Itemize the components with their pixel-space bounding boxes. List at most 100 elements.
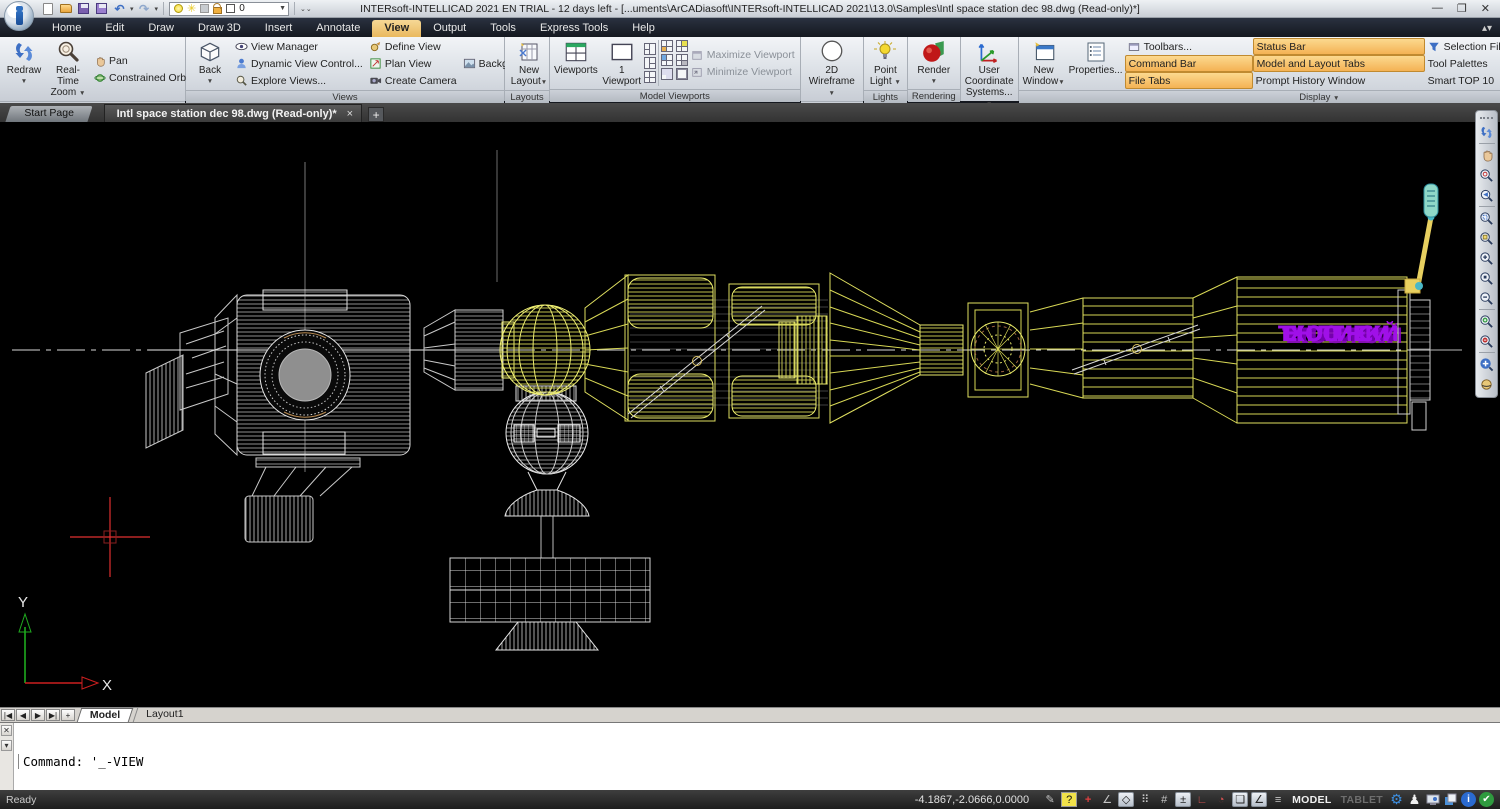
tab-express-tools[interactable]: Express Tools xyxy=(528,20,620,37)
viewport-3r-icon[interactable] xyxy=(644,57,656,69)
minimize-button[interactable]: — xyxy=(1432,2,1443,15)
document-tab[interactable]: Intl space station dec 98.dwg (Read-only… xyxy=(104,104,362,122)
redo-button[interactable]: ↷ xyxy=(137,2,152,16)
file-tabs-toggle[interactable]: File Tabs xyxy=(1125,72,1253,89)
vp-config-1-icon[interactable] xyxy=(661,40,673,52)
tool-palettes-button[interactable]: Tool Palettes xyxy=(1425,55,1500,72)
maximize-button[interactable]: ❐ xyxy=(1457,2,1467,15)
redraw-button[interactable]: Redraw▼ xyxy=(2,38,46,100)
zoom-extents-icon[interactable] xyxy=(1477,354,1497,374)
new-document-tab-button[interactable]: + xyxy=(368,107,384,122)
zoom-dynamic-icon[interactable] xyxy=(1477,228,1497,248)
tablet-toggle[interactable]: TABLET xyxy=(1338,794,1386,806)
open-file-button[interactable] xyxy=(58,2,73,16)
ortho-toggle-icon[interactable]: ∟ xyxy=(1194,792,1210,807)
quad-toggle-icon[interactable]: ❏ xyxy=(1232,792,1248,807)
define-view-button[interactable]: Define View xyxy=(366,38,460,55)
tab-view[interactable]: View xyxy=(372,20,421,37)
redo-dropdown-icon[interactable]: ▾ xyxy=(155,5,159,13)
viewport-2v-icon[interactable] xyxy=(644,43,656,55)
toolbars-button[interactable]: Toolbars... xyxy=(1125,38,1253,55)
toolbar-grip[interactable] xyxy=(1480,117,1493,119)
qat-customize-icon[interactable]: ⌄⌄ xyxy=(300,5,312,13)
point-light-button[interactable]: Point Light ▼ xyxy=(863,38,907,89)
drawing-canvas[interactable]: ТЕХНОЛОГИЧЕСКИЙ ТЕХНОЛОГИЧЕСКИЙ xyxy=(0,122,1500,707)
back-view-button[interactable]: Back▼ xyxy=(188,38,232,89)
save-button[interactable] xyxy=(76,2,91,16)
sheet-last-button[interactable]: ▶| xyxy=(46,709,60,721)
viewport-4-icon[interactable] xyxy=(644,71,656,83)
app-logo-icon[interactable] xyxy=(4,1,34,31)
selection-filter-button[interactable]: Selection Filter xyxy=(1425,38,1500,55)
polar-tracking-icon[interactable]: ∠ xyxy=(1099,792,1115,807)
undo-dropdown-icon[interactable]: ▾ xyxy=(130,5,134,13)
zoom-previous-icon[interactable] xyxy=(1477,185,1497,205)
lineweight-icon[interactable]: ≡ xyxy=(1270,792,1286,807)
tab-tools[interactable]: Tools xyxy=(478,20,528,37)
orbit-tool-icon[interactable] xyxy=(1477,374,1497,394)
grid-toggle-icon[interactable]: # xyxy=(1156,792,1172,807)
new-file-button[interactable] xyxy=(40,2,55,16)
visual-style-button[interactable]: 2D Wireframe ▼ xyxy=(803,38,861,100)
create-camera-button[interactable]: Create Camera xyxy=(366,72,460,89)
snap-toggle-icon[interactable]: ⠿ xyxy=(1137,792,1153,807)
crosshair-toggle-icon[interactable]: + xyxy=(1080,792,1096,807)
command-close-icon[interactable]: ✕ xyxy=(1,725,12,736)
vp-config-2-icon[interactable] xyxy=(676,40,688,52)
save-as-button[interactable] xyxy=(94,2,109,16)
document-tab-close-icon[interactable]: × xyxy=(347,108,353,120)
zoom-window-icon[interactable] xyxy=(1477,208,1497,228)
model-layout-tabs-toggle[interactable]: Model and Layout Tabs xyxy=(1253,55,1425,72)
zoom-out-icon[interactable] xyxy=(1477,288,1497,308)
user-profile-icon[interactable]: ♟ xyxy=(1407,792,1422,807)
prompt-history-toggle[interactable]: Prompt History Window xyxy=(1253,72,1425,89)
layout1-tab[interactable]: Layout1 xyxy=(133,708,196,722)
tooltip-toggle-icon[interactable]: ? xyxy=(1061,792,1077,807)
viewports-button[interactable]: Viewports xyxy=(552,38,600,88)
angle-toggle-icon[interactable]: ∠ xyxy=(1251,792,1267,807)
dynamic-input-icon[interactable]: ± xyxy=(1175,792,1191,807)
status-bar-toggle[interactable]: Status Bar xyxy=(1253,38,1425,55)
model-space-toggle[interactable]: MODEL xyxy=(1289,794,1334,806)
smart-top10-button[interactable]: Smart TOP 10 xyxy=(1425,72,1500,89)
undo-button[interactable]: ↶ xyxy=(112,2,127,16)
layer-dropdown-icon[interactable]: ▼ xyxy=(279,5,286,12)
tab-output[interactable]: Output xyxy=(421,20,478,37)
vp-config-3-icon[interactable] xyxy=(661,54,673,66)
clean-screen-icon[interactable] xyxy=(1443,792,1458,807)
pan-tool-icon[interactable] xyxy=(1477,145,1497,165)
command-expand-icon[interactable]: ▾ xyxy=(1,740,12,751)
info-icon[interactable]: i xyxy=(1461,792,1476,807)
model-tab[interactable]: Model xyxy=(77,708,134,722)
zoom-in-alt-icon[interactable] xyxy=(1477,311,1497,331)
plan-view-button[interactable]: Plan View xyxy=(366,55,460,72)
properties-button[interactable]: Properties... xyxy=(1067,38,1125,89)
tab-draw[interactable]: Draw xyxy=(136,20,186,37)
zoom-center-icon[interactable] xyxy=(1477,268,1497,288)
tab-draw3d[interactable]: Draw 3D xyxy=(186,20,253,37)
sheet-first-button[interactable]: |◀ xyxy=(1,709,15,721)
ribbon-options-icon[interactable]: ▴▾ xyxy=(1482,23,1492,37)
render-button[interactable]: Render▼ xyxy=(912,38,956,88)
draft-pencil-icon[interactable]: ✎ xyxy=(1042,792,1058,807)
settings-gear-icon[interactable]: ⚙ xyxy=(1389,792,1404,807)
new-layout-button[interactable]: New Layout▼ xyxy=(507,38,551,89)
tab-edit[interactable]: Edit xyxy=(93,20,136,37)
tab-home[interactable]: Home xyxy=(40,20,93,37)
explore-views-button[interactable]: Explore Views... xyxy=(232,72,366,89)
vp-config-4-icon[interactable] xyxy=(676,54,688,66)
lwt-toggle-icon[interactable]: ◔ xyxy=(1213,792,1229,807)
close-button[interactable]: ✕ xyxy=(1481,2,1490,15)
one-viewport-button[interactable]: 1 Viewport xyxy=(600,38,644,88)
tab-annotate[interactable]: Annotate xyxy=(304,20,372,37)
esnap-toggle-icon[interactable]: ◇ xyxy=(1118,792,1134,807)
redraw-tool-icon[interactable] xyxy=(1477,122,1497,142)
sheet-prev-button[interactable]: ◀ xyxy=(16,709,30,721)
sheet-next-button[interactable]: ▶ xyxy=(31,709,45,721)
sheet-add-button[interactable]: + xyxy=(61,709,75,721)
start-page-tab[interactable]: Start Page xyxy=(5,106,92,122)
ucs-button[interactable]: User Coordinate Systems... ▼ xyxy=(963,38,1016,111)
zoom-realtime-icon[interactable] xyxy=(1477,165,1497,185)
status-ok-icon[interactable]: ✔ xyxy=(1479,792,1494,807)
vp-corner-icon[interactable] xyxy=(661,68,673,80)
